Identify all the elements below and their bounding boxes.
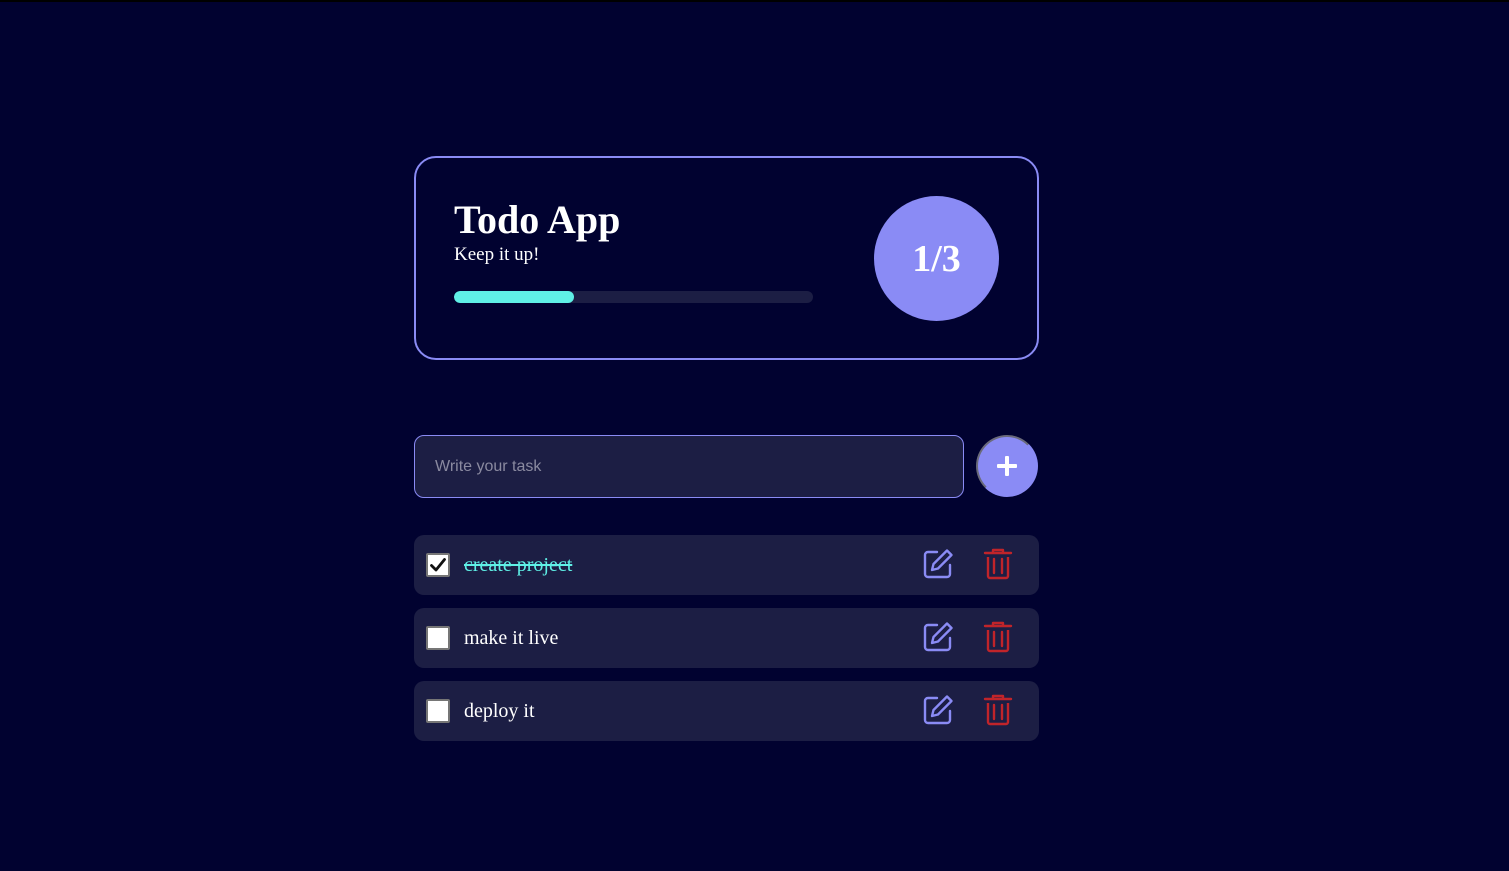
delete-button[interactable] [981,547,1015,581]
trash-icon [983,694,1013,726]
todo-item: deploy it [414,681,1039,741]
add-task-button[interactable] [976,435,1038,497]
task-input[interactable] [414,435,964,498]
stats-card: Todo App Keep it up! 1/3 [414,156,1039,360]
todo-checkbox[interactable] [426,626,450,650]
todo-checkbox[interactable] [426,699,450,723]
todo-item: create project [414,535,1039,595]
check-icon [430,558,446,572]
edit-button[interactable] [921,693,955,727]
progress-bar-fill [454,291,574,303]
edit-button[interactable] [921,547,955,581]
completed-counter: 1/3 [874,196,999,321]
edit-button[interactable] [921,620,955,654]
edit-icon [923,695,953,725]
todo-checkbox[interactable] [426,553,450,577]
trash-icon [983,548,1013,580]
todo-page: Todo App Keep it up! 1/3 create project [0,0,1509,871]
todo-text: deploy it [464,700,535,722]
todo-text: create project [464,554,573,576]
progress-bar [454,291,813,303]
page-title: Todo App [454,197,621,242]
delete-button[interactable] [981,693,1015,727]
edit-icon [923,622,953,652]
add-task-form [414,435,1039,498]
edit-icon [923,549,953,579]
delete-button[interactable] [981,620,1015,654]
trash-icon [983,621,1013,653]
todo-list: create project make it live deploy it [414,535,1039,754]
todo-item: make it live [414,608,1039,668]
todo-text: make it live [464,627,559,649]
plus-icon [997,456,1017,476]
page-subtitle: Keep it up! [454,244,540,265]
